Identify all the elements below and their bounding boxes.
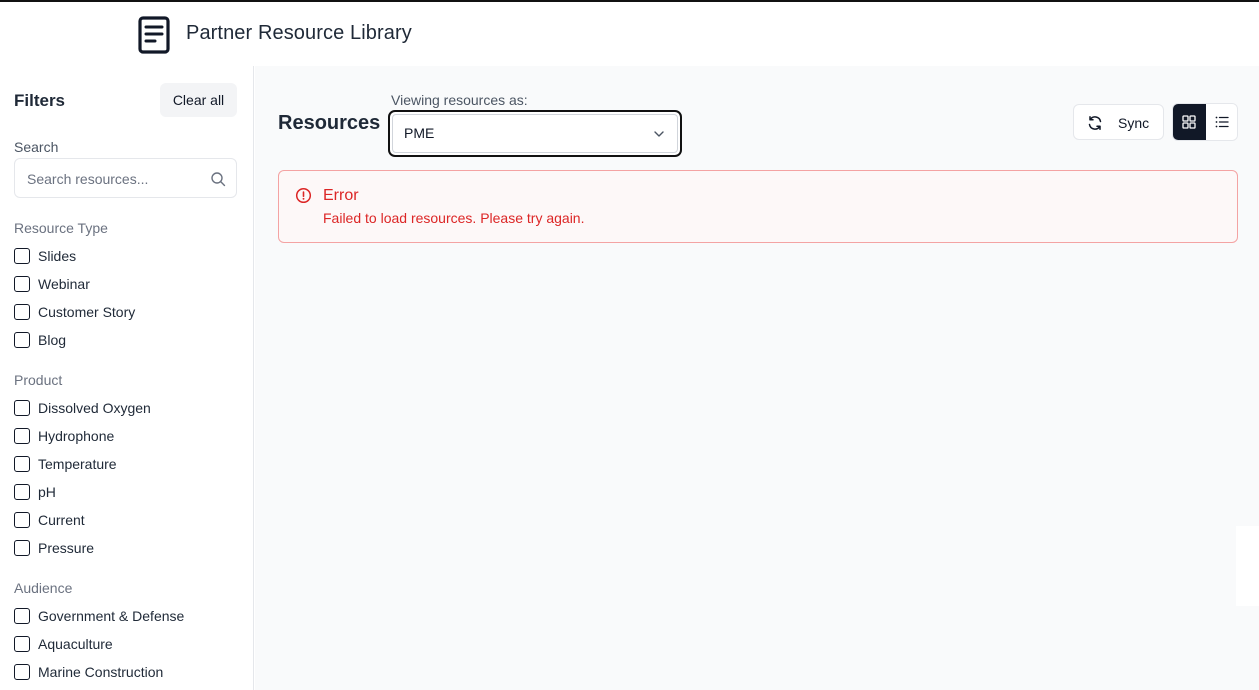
checkbox[interactable] (14, 276, 30, 292)
filter-label: Government & Defense (38, 608, 185, 624)
checkbox[interactable] (14, 456, 30, 472)
filter-label: Hydrophone (38, 428, 115, 444)
document-icon[interactable] (137, 16, 171, 54)
chevron-down-icon (654, 131, 664, 137)
viewing-as-value: PME (404, 125, 435, 141)
filter-label: pH (38, 484, 56, 500)
alert-circle-icon (295, 187, 312, 204)
filter-label: Dissolved Oxygen (38, 400, 151, 416)
filter-pressure[interactable]: Pressure (14, 538, 94, 558)
filter-label: Current (38, 512, 85, 528)
filter-hydrophone[interactable]: Hydrophone (14, 426, 114, 446)
view-mode-toggle (1172, 103, 1238, 141)
clear-all-button[interactable]: Clear all (160, 83, 237, 117)
app-title: Partner Resource Library (186, 22, 412, 44)
section-label-resource-type: Resource Type (14, 220, 108, 236)
filter-marine-construction[interactable]: Marine Construction (14, 662, 163, 682)
filter-label: Slides (38, 248, 77, 264)
refresh-icon (1088, 116, 1102, 130)
filter-label: Customer Story (38, 304, 136, 320)
checkbox[interactable] (14, 400, 30, 416)
filter-label: Blog (38, 332, 67, 348)
filter-label: Pressure (38, 540, 95, 556)
checkbox[interactable] (14, 304, 30, 320)
filter-webinar[interactable]: Webinar (14, 274, 90, 294)
edge-panel (1236, 526, 1259, 606)
grid-view-button[interactable] (1173, 104, 1206, 140)
filter-aquaculture[interactable]: Aquaculture (14, 634, 113, 654)
section-label-product: Product (14, 372, 63, 388)
sync-button[interactable]: Sync (1073, 104, 1164, 140)
sync-label: Sync (1118, 115, 1150, 131)
search-icon[interactable] (210, 171, 226, 187)
checkbox[interactable] (14, 512, 30, 528)
error-alert: Error Failed to load resources. Please t… (278, 170, 1238, 243)
filter-label: Webinar (38, 276, 90, 292)
checkbox[interactable] (14, 428, 30, 444)
filter-customer-story[interactable]: Customer Story (14, 302, 135, 322)
section-label-audience: Audience (14, 580, 73, 596)
checkbox[interactable] (14, 484, 30, 500)
list-view-button[interactable] (1206, 104, 1237, 140)
filter-temperature[interactable]: Temperature (14, 454, 117, 474)
filter-label: Marine Construction (38, 664, 164, 680)
main-content: Resources Viewing resources as: PME Sync (255, 66, 1259, 690)
error-message: Failed to load resources. Please try aga… (323, 210, 585, 226)
checkbox[interactable] (14, 248, 30, 264)
filter-label: Temperature (38, 456, 117, 472)
viewing-as-label: Viewing resources as: (391, 92, 528, 108)
error-title: Error (323, 187, 359, 204)
grid-icon (1182, 115, 1196, 129)
viewing-as-select[interactable]: PME (388, 110, 682, 157)
checkbox[interactable] (14, 664, 30, 680)
list-icon (1215, 116, 1229, 128)
select-inner (392, 114, 678, 153)
filters-title: Filters (14, 91, 66, 110)
search-field[interactable] (14, 158, 237, 198)
filter-slides[interactable]: Slides (14, 246, 76, 266)
checkbox[interactable] (14, 540, 30, 556)
filter-current[interactable]: Current (14, 510, 85, 530)
app-header: Partner Resource Library (0, 2, 1259, 66)
checkbox[interactable] (14, 608, 30, 624)
filter-ph[interactable]: pH (14, 482, 56, 502)
search-input[interactable] (27, 169, 207, 189)
filter-label: Aquaculture (38, 636, 113, 652)
checkbox[interactable] (14, 636, 30, 652)
filter-blog[interactable]: Blog (14, 330, 66, 350)
filter-dissolved-oxygen[interactable]: Dissolved Oxygen (14, 398, 151, 418)
page-title: Resources (278, 112, 381, 134)
checkbox[interactable] (14, 332, 30, 348)
search-label: Search (14, 139, 59, 155)
filters-sidebar: Filters Clear all Search Resource Type S… (0, 66, 254, 690)
filter-government-defense[interactable]: Government & Defense (14, 606, 184, 626)
